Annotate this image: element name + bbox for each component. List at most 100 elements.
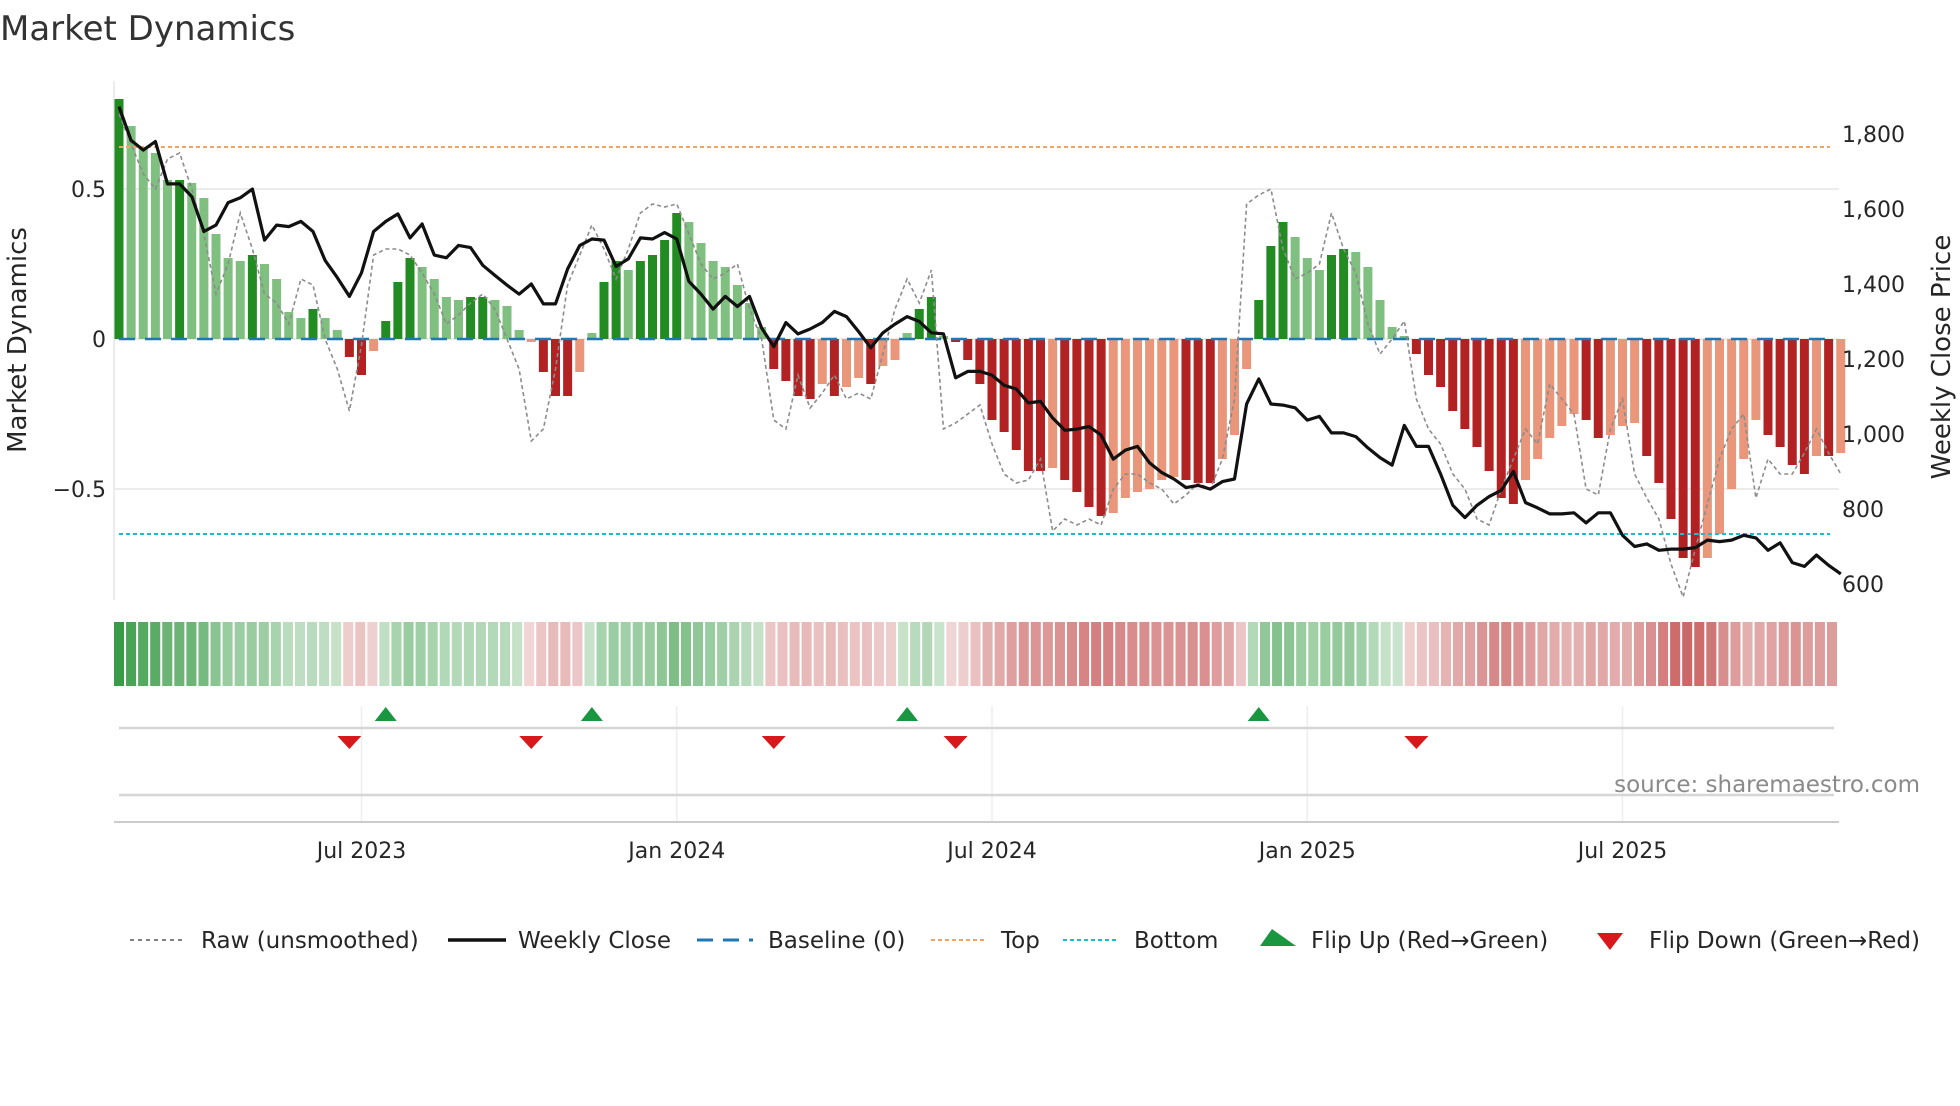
bar (1557, 339, 1567, 426)
bar (502, 306, 512, 339)
heat-cell (222, 622, 233, 686)
heat-cell (1730, 622, 1741, 686)
heat-cell (717, 622, 728, 686)
heat-cell (1609, 622, 1620, 686)
flip-up-icon (1260, 929, 1296, 946)
heat-cell (656, 622, 667, 686)
bar (1072, 339, 1082, 492)
bar (635, 261, 645, 339)
heat-cell (873, 622, 885, 686)
bar (260, 264, 269, 339)
heat-cell (1718, 622, 1729, 686)
heat-cell (427, 622, 438, 686)
heat-cell (705, 622, 716, 686)
heat-cell (741, 622, 752, 686)
heat-cell (1030, 622, 1041, 686)
bar (163, 180, 172, 339)
bar (1351, 252, 1361, 339)
flip-down-icon (1597, 933, 1623, 950)
heat-cell (138, 622, 149, 686)
x-tick-label: Jan 2025 (1257, 839, 1356, 864)
bar (1751, 339, 1761, 420)
bar (781, 339, 791, 381)
heat-cell (849, 622, 860, 686)
flip-up-marker (374, 707, 397, 721)
bar (175, 180, 185, 339)
bar (563, 339, 573, 396)
heat-cell (1489, 622, 1500, 686)
heat-cell (439, 622, 450, 686)
bar (1254, 300, 1264, 339)
heat-cell (270, 622, 281, 686)
bar (1715, 339, 1724, 534)
heat-cell (584, 622, 595, 686)
bar (599, 282, 609, 339)
bar (381, 321, 391, 339)
heat-cell (174, 622, 185, 686)
heat-cell (1127, 622, 1138, 686)
heat-cell (837, 622, 848, 686)
heat-cell (1585, 622, 1596, 686)
heat-cell (186, 622, 197, 686)
bar (1157, 339, 1167, 480)
bar (1569, 339, 1579, 414)
bar (441, 297, 451, 339)
bar (1363, 267, 1373, 339)
bar (1727, 339, 1737, 489)
heat-cell (572, 622, 583, 686)
bar (672, 213, 682, 339)
flip-down-marker (943, 736, 968, 749)
y2-tick-label: 1,000 (1842, 423, 1905, 448)
heat-cell (1754, 622, 1765, 686)
legend-close: Weekly Close (518, 928, 671, 954)
bar (1448, 339, 1458, 411)
heat-cell (319, 622, 330, 686)
y2-tick-label: 1,400 (1842, 273, 1905, 298)
y2-axis-title: Weekly Close Price (1927, 235, 1957, 480)
bar (405, 258, 415, 339)
heat-cell (910, 622, 921, 686)
heat-cell (946, 622, 957, 686)
heat-cell (114, 622, 125, 686)
bar (1812, 339, 1821, 456)
bar (1739, 339, 1749, 459)
heat-cell (1742, 622, 1753, 686)
heat-cell (1115, 622, 1126, 686)
heat-cell (307, 622, 318, 686)
bar (1787, 339, 1797, 465)
x-tick-label: Jul 2023 (315, 839, 407, 864)
bar (1290, 237, 1300, 339)
heat-cell (1477, 622, 1488, 686)
heat-cell (1633, 622, 1644, 686)
bar (308, 309, 318, 339)
bar (720, 267, 730, 339)
bar (1314, 270, 1324, 339)
heat-cell (644, 622, 655, 686)
heat-cell (1103, 622, 1114, 686)
bar (1496, 339, 1506, 498)
y2-tick-label: 1,200 (1842, 348, 1905, 373)
heat-cell (1332, 622, 1343, 686)
bar (648, 255, 657, 339)
bar (272, 279, 282, 339)
bar (805, 339, 815, 399)
x-tick-label: Jul 2025 (1576, 839, 1668, 864)
heat-cell (463, 622, 474, 686)
flip-up-marker (896, 707, 919, 721)
flip-down-marker (1404, 736, 1429, 749)
heat-cell (813, 622, 824, 686)
bar (1327, 255, 1336, 339)
bar (1424, 339, 1433, 375)
bar (296, 318, 306, 339)
heat-cell (668, 622, 679, 686)
bar (538, 339, 548, 372)
bar (1133, 339, 1142, 492)
bar (1339, 249, 1349, 339)
bar (1436, 339, 1446, 387)
y2-tick-label: 1,800 (1842, 123, 1905, 148)
bar (1411, 339, 1421, 354)
heat-cell (355, 622, 366, 686)
heat-cell (150, 622, 161, 686)
heat-cell (1320, 622, 1331, 686)
heat-cell (958, 622, 969, 686)
